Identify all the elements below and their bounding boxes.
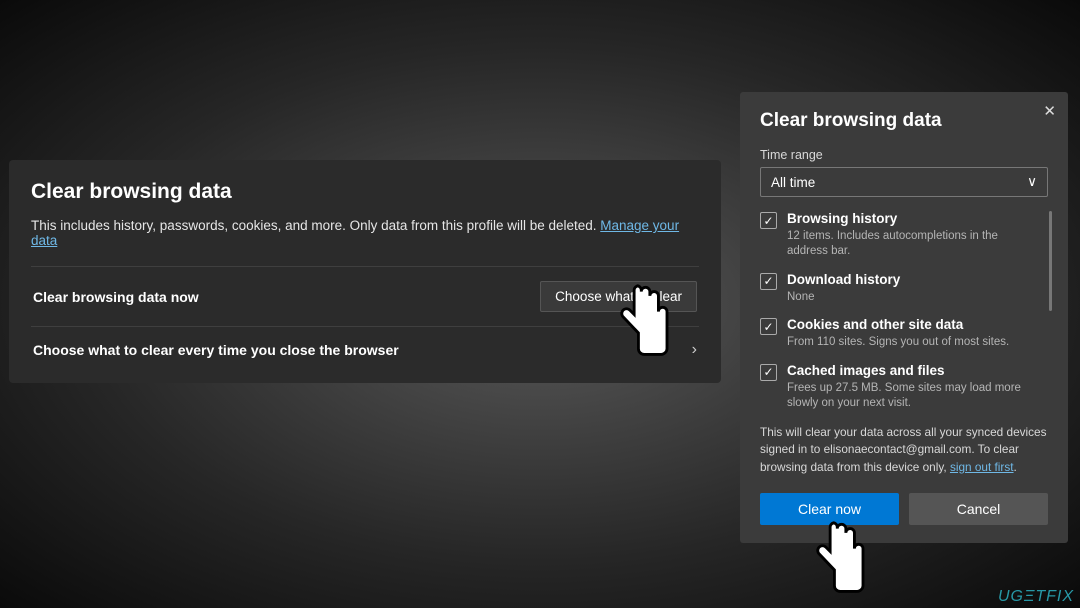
clear-now-label: Clear browsing data now [33,289,199,305]
watermark: UGΞTFIX [998,588,1074,606]
sync-note-suffix: . [1014,460,1017,474]
checkbox-cookies[interactable]: ✓ [760,318,777,335]
sync-note: This will clear your data across all you… [760,424,1048,477]
option-cached: ✓ Cached images and files Frees up 27.5 … [760,363,1038,412]
clear-on-close-row[interactable]: Choose what to clear every time you clos… [31,326,699,373]
option-browsing-history: ✓ Browsing history 12 items. Includes au… [760,211,1038,260]
option-title: Download history [787,272,900,289]
sign-out-first-link[interactable]: sign out first [950,460,1014,474]
dialog-title: Clear browsing data [760,110,1048,132]
option-title: Cached images and files [787,363,1038,380]
option-download-history: ✓ Download history None [760,272,1038,305]
time-range-value: All time [771,175,815,190]
dialog-buttons: Clear now Cancel [760,493,1048,525]
choose-what-to-clear-button[interactable]: Choose what to clear [540,281,697,312]
scrollbar[interactable] [1049,211,1052,311]
clear-data-dialog: ✕ Clear browsing data Time range All tim… [740,92,1068,543]
option-title: Browsing history [787,211,1038,228]
cancel-button[interactable]: Cancel [909,493,1048,525]
time-range-select[interactable]: All time ∨ [760,167,1048,197]
settings-panel: Clear browsing data This includes histor… [9,160,721,383]
time-range-label: Time range [760,148,1048,162]
chevron-down-icon: ∨ [1027,174,1037,190]
option-desc: 12 items. Includes autocompletions in th… [787,229,1038,260]
close-icon[interactable]: ✕ [1043,102,1056,120]
settings-subtitle: This includes history, passwords, cookie… [31,218,699,248]
settings-title: Clear browsing data [31,180,699,204]
option-desc: From 110 sites. Signs you out of most si… [787,335,1009,351]
clear-now-row: Clear browsing data now Choose what to c… [31,266,699,326]
checkbox-download-history[interactable]: ✓ [760,273,777,290]
checkbox-browsing-history[interactable]: ✓ [760,212,777,229]
option-desc: None [787,290,900,306]
clear-now-button[interactable]: Clear now [760,493,899,525]
chevron-right-icon: › [692,341,697,359]
option-desc: Frees up 27.5 MB. Some sites may load mo… [787,381,1038,412]
option-title: Cookies and other site data [787,317,1009,334]
settings-subtitle-text: This includes history, passwords, cookie… [31,218,600,233]
checkbox-cached[interactable]: ✓ [760,364,777,381]
clear-on-close-label: Choose what to clear every time you clos… [33,342,399,358]
option-cookies: ✓ Cookies and other site data From 110 s… [760,317,1038,350]
options-list: ✓ Browsing history 12 items. Includes au… [760,211,1048,412]
